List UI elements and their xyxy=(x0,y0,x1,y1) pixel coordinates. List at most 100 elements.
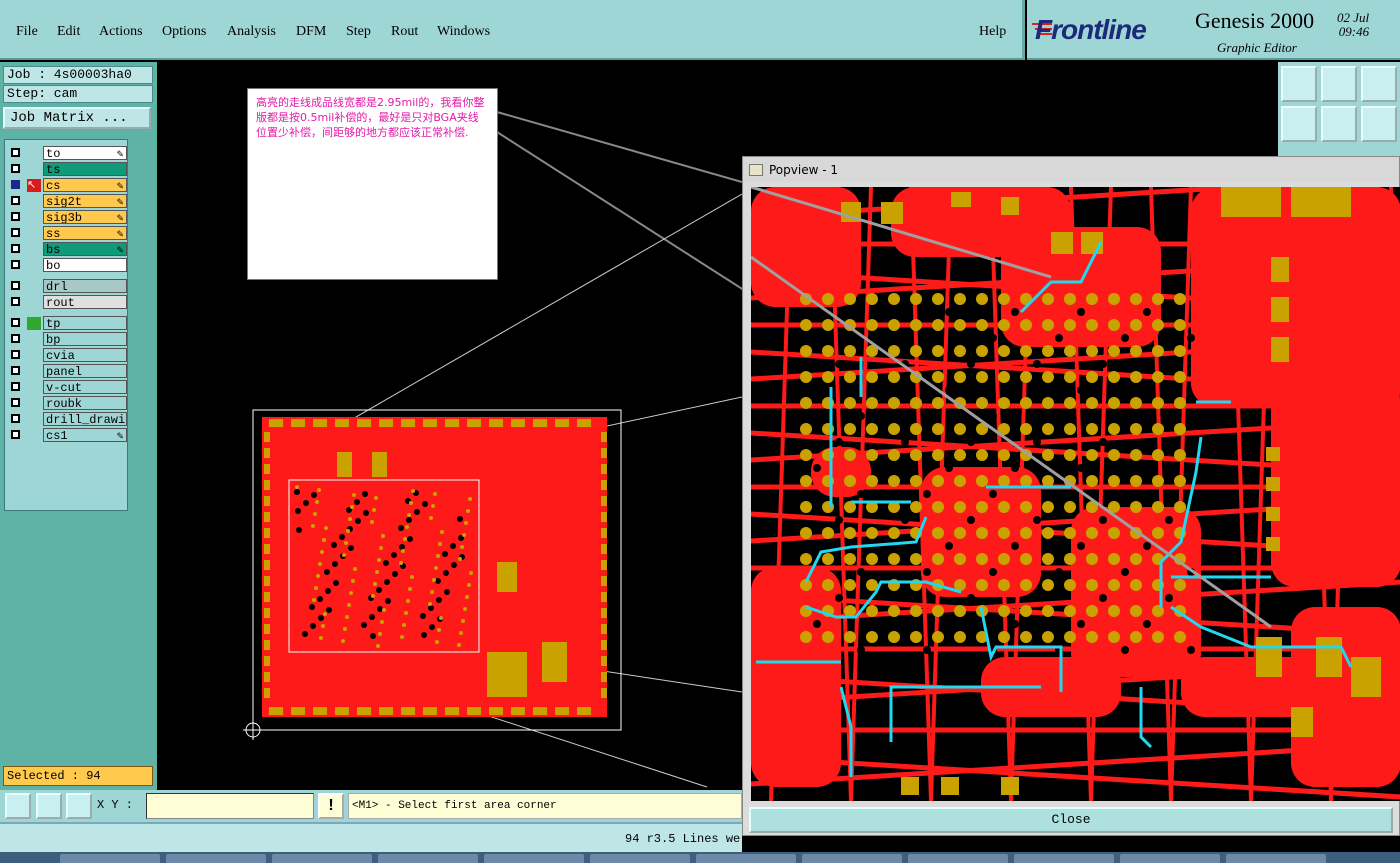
pan-right-icon[interactable] xyxy=(1321,106,1357,142)
layer-checkbox[interactable] xyxy=(11,318,20,327)
layer-display-slot[interactable] xyxy=(27,147,41,160)
layer-checkbox[interactable] xyxy=(11,430,20,439)
layer-name[interactable]: roubk xyxy=(43,396,127,410)
layer-name[interactable]: panel xyxy=(43,364,127,378)
layer-checkbox[interactable] xyxy=(11,228,20,237)
layer-checkbox[interactable] xyxy=(11,297,20,306)
work-layer-icon[interactable]: ↖ xyxy=(27,179,41,192)
taskbar-item[interactable] xyxy=(272,854,372,863)
layer-display-slot[interactable] xyxy=(27,413,41,426)
taskbar-item[interactable] xyxy=(60,854,160,863)
layer-row-panel[interactable]: panel xyxy=(7,364,127,379)
taskbar-item[interactable] xyxy=(908,854,1008,863)
layer-checkbox[interactable] xyxy=(11,281,20,290)
popview-canvas[interactable] xyxy=(751,187,1400,801)
layer-checkbox[interactable] xyxy=(11,164,20,173)
close-button[interactable]: Close xyxy=(749,807,1393,833)
layer-display-slot[interactable] xyxy=(27,429,41,442)
layer-row-drill_drawing[interactable]: drill_drawing xyxy=(7,412,127,427)
layer-display-slot[interactable] xyxy=(27,243,41,256)
undo-icon[interactable] xyxy=(1361,106,1397,142)
alert-button[interactable]: ! xyxy=(318,793,344,819)
layer-display-slot[interactable] xyxy=(27,227,41,240)
layer-display-slot[interactable] xyxy=(27,163,41,176)
layer-checkbox[interactable] xyxy=(11,212,20,221)
layer-display-slot[interactable] xyxy=(27,259,41,272)
measure-icon[interactable] xyxy=(36,793,62,819)
layer-checkbox[interactable] xyxy=(11,414,20,423)
layer-checkbox[interactable] xyxy=(11,148,20,157)
taskbar-item[interactable] xyxy=(1226,854,1326,863)
layer-display-slot[interactable] xyxy=(27,365,41,378)
layer-row-ss[interactable]: ss ✎ xyxy=(7,226,127,241)
layer-name[interactable]: drl xyxy=(43,279,127,293)
layer-name[interactable]: v-cut xyxy=(43,380,127,394)
layer-display-slot[interactable] xyxy=(27,211,41,224)
taskbar-item[interactable] xyxy=(696,854,796,863)
zoomed-board[interactable] xyxy=(751,187,1400,801)
menu-analysis[interactable]: Analysis xyxy=(227,24,276,40)
layer-row-bo[interactable]: bo xyxy=(7,258,127,273)
menu-actions[interactable]: Actions xyxy=(99,24,143,40)
layer-name[interactable]: ss ✎ xyxy=(43,226,127,240)
layer-display-slot[interactable] xyxy=(27,381,41,394)
grid-icon[interactable] xyxy=(66,793,92,819)
layer-row-cvia[interactable]: cvia xyxy=(7,348,127,363)
layer-row-v-cut[interactable]: v-cut xyxy=(7,380,127,395)
menu-options[interactable]: Options xyxy=(162,24,206,40)
layer-row-cs[interactable]: ↖ cs ✎ xyxy=(7,178,127,193)
layer-checkbox[interactable] xyxy=(11,260,20,269)
layer-name[interactable]: sig2t ✎ xyxy=(43,194,127,208)
menu-step[interactable]: Step xyxy=(346,24,371,40)
taskbar-item[interactable] xyxy=(378,854,478,863)
layer-name[interactable]: drill_drawing xyxy=(43,412,127,426)
taskbar-item[interactable] xyxy=(802,854,902,863)
menu-help[interactable]: Help xyxy=(979,24,1006,40)
home-icon[interactable] xyxy=(1361,66,1397,102)
layer-checkbox[interactable] xyxy=(11,382,20,391)
layer-row-sig3b[interactable]: sig3b ✎ xyxy=(7,210,127,225)
layer-display-slot[interactable] xyxy=(27,280,41,293)
taskbar-item[interactable] xyxy=(1014,854,1114,863)
layer-name[interactable]: rout xyxy=(43,295,127,309)
layer-row-drl[interactable]: drl xyxy=(7,279,127,294)
layer-display-slot[interactable] xyxy=(27,317,41,330)
layer-row-roubk[interactable]: roubk xyxy=(7,396,127,411)
layer-name[interactable]: to ✎ xyxy=(43,146,127,160)
layer-checkbox[interactable] xyxy=(11,398,20,407)
layer-checkbox[interactable] xyxy=(11,350,20,359)
layer-name[interactable]: bs ✎ xyxy=(43,242,127,256)
layer-name[interactable]: sig3b ✎ xyxy=(43,210,127,224)
layer-checkbox[interactable] xyxy=(11,180,20,189)
layer-row-rout[interactable]: rout xyxy=(7,295,127,310)
menu-rout[interactable]: Rout xyxy=(391,24,418,40)
layer-row-cs1[interactable]: cs1 ✎ xyxy=(7,428,127,443)
pan-left-icon[interactable] xyxy=(1281,106,1317,142)
layer-display-slot[interactable] xyxy=(27,397,41,410)
layer-name[interactable]: cs ✎ xyxy=(43,178,127,192)
layer-name[interactable]: ts xyxy=(43,162,127,176)
taskbar-item[interactable] xyxy=(166,854,266,863)
layer-name[interactable]: cvia xyxy=(43,348,127,362)
snap-icon[interactable] xyxy=(5,793,31,819)
taskbar-item[interactable] xyxy=(1120,854,1220,863)
layer-row-to[interactable]: to ✎ xyxy=(7,146,127,161)
layer-row-ts[interactable]: ts xyxy=(7,162,127,177)
layer-row-tp[interactable]: tp xyxy=(7,316,127,331)
taskbar-item[interactable] xyxy=(484,854,584,863)
job-matrix-button[interactable]: Job Matrix ... xyxy=(3,107,151,129)
menu-dfm[interactable]: DFM xyxy=(296,24,326,40)
menu-edit[interactable]: Edit xyxy=(57,24,80,40)
layer-name[interactable]: tp xyxy=(43,316,127,330)
layer-display-slot[interactable] xyxy=(27,195,41,208)
layer-display-slot[interactable] xyxy=(27,296,41,309)
menu-file[interactable]: File xyxy=(16,24,38,40)
layer-name[interactable]: bo xyxy=(43,258,127,272)
layer-checkbox[interactable] xyxy=(11,196,20,205)
layer-name[interactable]: cs1 ✎ xyxy=(43,428,127,442)
layer-checkbox[interactable] xyxy=(11,244,20,253)
zoom-down-icon[interactable] xyxy=(1321,66,1357,102)
menu-windows[interactable]: Windows xyxy=(437,24,490,40)
zoom-home-icon[interactable] xyxy=(1281,66,1317,102)
xy-input[interactable] xyxy=(146,793,314,819)
